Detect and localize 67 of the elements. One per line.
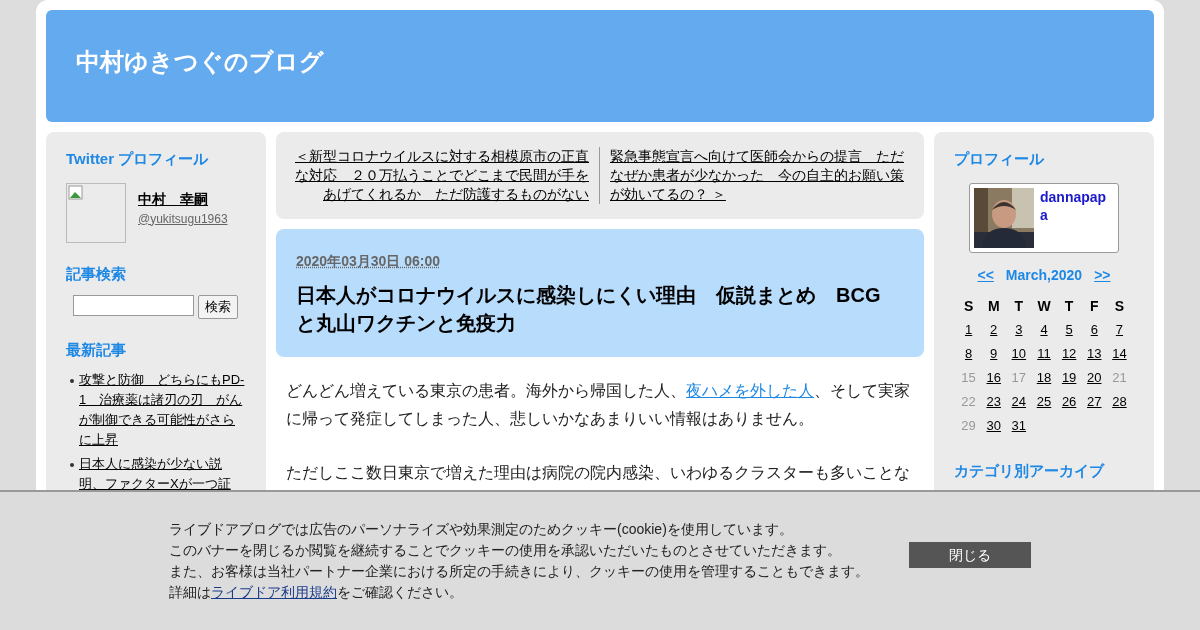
profile-name-link[interactable]: 中村 幸嗣 [138, 188, 228, 210]
calendar-day: 22 [956, 389, 982, 414]
recent-post-link[interactable]: 日本人に感染が少ない説明、ファクターXが一つ証 [79, 453, 246, 490]
calendar-day-link[interactable]: 31 [1006, 413, 1032, 438]
calendar-day-link[interactable]: 10 [1006, 341, 1032, 366]
calendar-day-link[interactable]: 6 [1081, 317, 1107, 342]
broken-image-icon [66, 182, 126, 243]
previous-post-link[interactable]: ＜新型コロナウイルスに対する相模原市の正直な対応 ２０万払うことでどこまで民間が手をあげてくれるか ただ防護するものがない [290, 147, 589, 204]
calendar-month: March,2020 [1005, 265, 1083, 285]
profile-name-link[interactable]: dannapapa [1040, 187, 1112, 248]
notice-text: このバナーを閉じるか閲覧を継続することでクッキーの使用を承認いただいたものとさせていただきます。 [169, 541, 842, 560]
bullet-icon [70, 378, 74, 383]
calendar-day-link[interactable]: 18 [1031, 365, 1057, 390]
weekday-label: T [1013, 296, 1025, 316]
text-link[interactable]: 夜ハメを外した人 [686, 382, 814, 399]
paragraph: ただしここ数日東京で増えた理由は病院の院内感染、いわゆるクラスターも多いことな [286, 463, 911, 483]
weekday-label: F [1089, 296, 1100, 316]
calendar-day: 21 [1106, 365, 1132, 390]
calendar-day-link[interactable]: 11 [1031, 341, 1057, 366]
calendar-day-link[interactable]: 7 [1106, 317, 1132, 342]
widget-heading: 記事検索 [66, 263, 127, 284]
weekday-label: M [986, 296, 1001, 316]
text-link[interactable]: ライブドア利用規約 [211, 584, 337, 600]
search-button[interactable]: 検索 [198, 295, 238, 319]
calendar-day-link[interactable]: 24 [1006, 389, 1032, 414]
widget-heading: カテゴリ別アーカイブ [954, 460, 1106, 481]
calendar-day-link[interactable]: 23 [981, 389, 1007, 414]
calendar-day-link[interactable]: 13 [1081, 341, 1107, 366]
notice-text: また、お客様は当社パートナー企業における所定の手続きにより、クッキーの使用を管理することもできます。 [169, 562, 870, 581]
calendar-day: 17 [1006, 365, 1032, 390]
weekday-label: S [1113, 296, 1126, 316]
calendar-day-link[interactable]: 25 [1031, 389, 1057, 414]
paragraph: どんどん増えている東京の患者。海外から帰国した人、夜ハメを外した人、そして実家に帰って発症してしまった人、悲しいかなあまりいい情報はありません。 [286, 381, 911, 429]
calendar-day-link[interactable]: 4 [1031, 317, 1057, 342]
weekday-label: W [1036, 296, 1052, 316]
widget-heading: プロフィール [954, 149, 1045, 169]
search-field[interactable] [73, 295, 194, 316]
widget-heading: Twitter プロフィール [66, 149, 210, 169]
calendar-day-link[interactable]: 16 [981, 365, 1007, 390]
calendar-day-link[interactable]: 3 [1006, 317, 1032, 342]
calendar-day-link[interactable]: 19 [1056, 365, 1082, 390]
calendar-day-link[interactable]: 27 [1081, 389, 1107, 414]
weekday-label: T [1063, 296, 1075, 316]
weekday-label: S [962, 296, 975, 316]
calendar-day-link[interactable]: 2 [981, 317, 1007, 342]
calendar-day-link[interactable]: 20 [1081, 365, 1107, 390]
post-date: 2020年03月30日 06:00 [296, 253, 440, 269]
notice-text: ライブドアブログでは広告のパーソナライズや効果測定のためクッキー(cookie)を使用しています。 [169, 520, 794, 539]
calendar-day-link[interactable]: 30 [981, 413, 1007, 438]
close-button[interactable]: 閉じる [909, 542, 1031, 568]
calendar-day-link[interactable]: 14 [1106, 341, 1132, 366]
notice-text: 詳細はライブドア利用規約をご確認ください。 [169, 583, 464, 602]
bullet-icon [70, 462, 74, 467]
handle-link[interactable]: @yukitsugu1963 [138, 209, 228, 228]
calendar-day-link[interactable]: 9 [981, 341, 1007, 366]
article-title: 日本人がコロナウイルスに感染しにくい理由 仮説まとめ BCGと丸山ワクチンと免疫力 [296, 283, 882, 336]
calendar-day: 15 [956, 365, 982, 390]
recent-post-link[interactable]: 攻撃と防御 どちらにもPD-1 治療薬は諸刃の刃 がんが制御できる可能性がさらに上昇 [79, 369, 246, 450]
calendar-day-link[interactable]: 12 [1056, 341, 1082, 366]
calendar-day-link[interactable]: 8 [956, 341, 982, 366]
calendar-day-link[interactable]: 1 [956, 317, 982, 342]
calendar-day-link[interactable]: 28 [1106, 389, 1132, 414]
widget-heading: 最新記事 [66, 340, 127, 360]
calendar-day-link[interactable]: 26 [1056, 389, 1082, 414]
calendar-day: 29 [956, 413, 982, 438]
calendar-day-link[interactable]: 5 [1056, 317, 1082, 342]
next-post-link[interactable]: 緊急事態宣言へ向けて医師会からの提言 ただなぜか患者が少なかった 今の自主的お願い策が効いてるの？ ＞ [610, 147, 910, 204]
